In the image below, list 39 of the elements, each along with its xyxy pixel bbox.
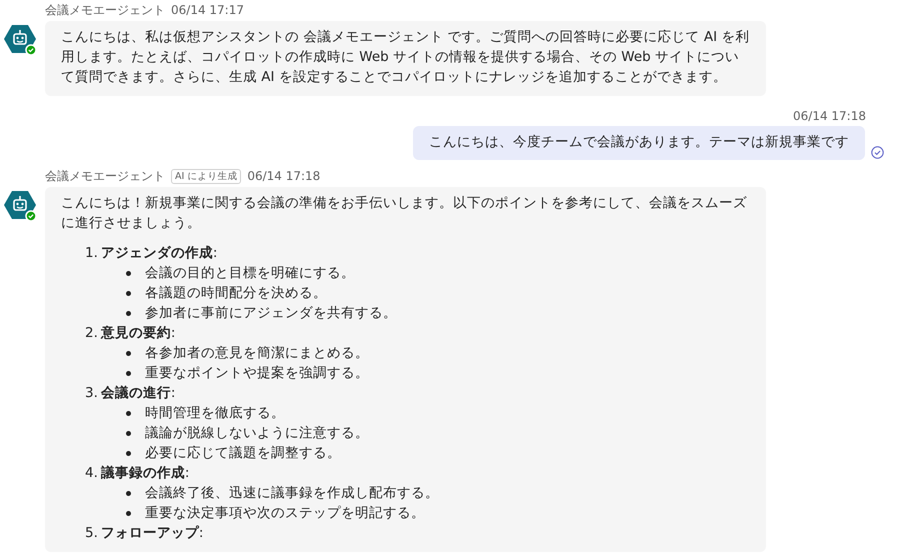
sender-name: 会議メモエージェント <box>45 2 165 18</box>
message-text: こんにちは！新規事業に関する会議の準備をお手伝いします。以下のポイントを参考にして、会議をスムーズに進行させましょう。 <box>61 194 748 233</box>
list-item: 重要なポイントや提案を強調する。 <box>145 364 369 383</box>
message-text: こんにちは、今度チームで会議があります。テーマは新規事業です <box>429 134 849 150</box>
bullet-icon <box>126 270 131 276</box>
ai-generated-label: AI により生成 <box>171 168 242 184</box>
bullet-icon <box>126 510 131 516</box>
bullet-icon <box>126 290 131 296</box>
list-number: 2. <box>85 324 98 343</box>
message-time: 06/14 17:18 <box>793 109 866 123</box>
list-number: 4. <box>85 464 98 483</box>
list-number: 3. <box>85 384 98 403</box>
list-heading: アジェンダの作成: <box>100 244 218 263</box>
list-number: 1. <box>85 244 98 263</box>
list-heading: フォローアップ: <box>100 524 204 543</box>
bullet-icon <box>126 310 131 316</box>
list-item: 各参加者の意見を簡潔にまとめる。 <box>145 344 369 363</box>
list-item: 会議終了後、迅速に議事録を作成し配布する。 <box>145 484 439 503</box>
list-heading: 議事録の作成: <box>100 464 190 483</box>
bullet-icon <box>126 350 131 356</box>
message-time: 06/14 17:17 <box>171 3 244 17</box>
list-heading: 意見の要約: <box>100 324 176 343</box>
list-item: 議論が脱線しないように注意する。 <box>145 424 369 443</box>
bullet-icon <box>126 430 131 436</box>
list-item: 会議の目的と目標を明確にする。 <box>145 264 355 283</box>
list-item: 参加者に事前にアジェンダを共有する。 <box>145 304 397 323</box>
sender-name: 会議メモエージェント <box>45 168 165 184</box>
message-text: こんにちは、私は仮想アシスタントの 会議メモエージェント です。ご質問への回答時に必要に応じて AI を利用します。たとえば、コパイロットの作成時に Web サイトの情報を提供する場合、その Web サイトについて質問できます。さらに、生成 AI を設定することでコパイロットにナレッジを追加することができます。 <box>61 28 750 87</box>
bullet-icon <box>126 410 131 416</box>
list-item: 各議題の時間配分を決める。 <box>145 284 327 303</box>
list-item: 時間管理を徹底する。 <box>145 404 285 423</box>
list-number: 5. <box>85 524 98 543</box>
message-time: 06/14 17:18 <box>247 169 320 183</box>
list-heading: 会議の進行: <box>100 384 176 403</box>
bullet-icon <box>126 370 131 376</box>
list-item: 必要に応じて議題を調整する。 <box>145 444 341 463</box>
bullet-icon <box>126 450 131 456</box>
list-item: 重要な決定事項や次のステップを明記する。 <box>145 504 425 523</box>
bullet-icon <box>126 490 131 496</box>
